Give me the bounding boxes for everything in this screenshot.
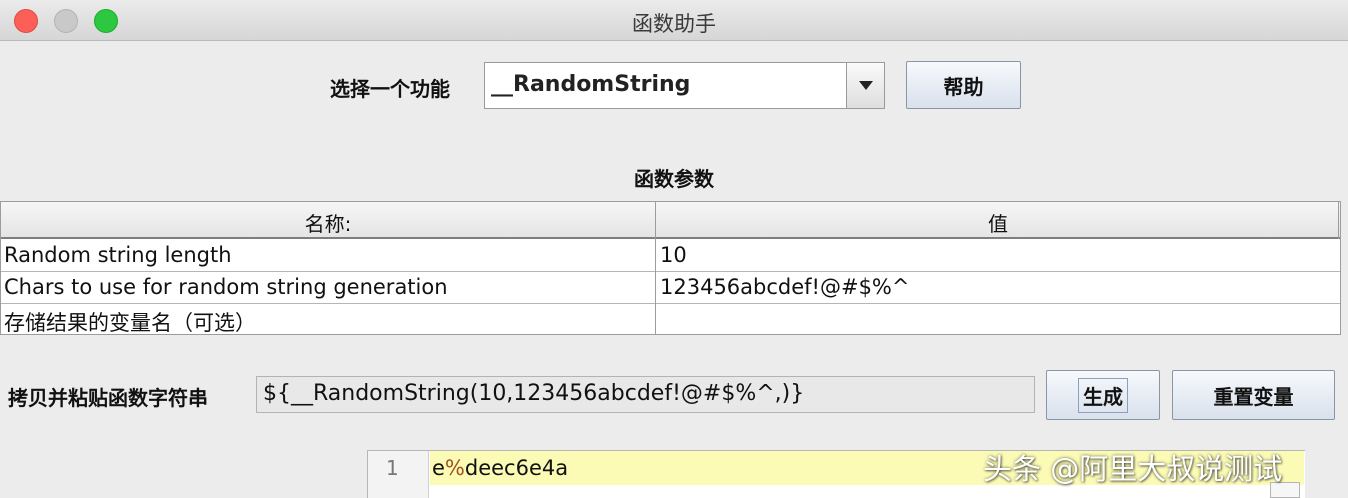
params-table-header: 名称: 值 [1,202,1340,239]
table-row[interactable]: 存储结果的变量名（可选） [1,304,1340,336]
function-select-label: 选择一个功能 [330,77,450,101]
param-name: Random string length [4,243,232,267]
function-select-value: __RandomString [491,72,691,97]
dropdown-arrow-button[interactable] [846,63,884,108]
function-select[interactable]: __RandomString [484,62,885,109]
watermark: 头条 @阿里大叔说测试 [983,452,1283,486]
generate-button-label: 生成 [1078,377,1128,413]
help-button-label: 帮助 [943,74,984,99]
window-title: 函数助手 [632,12,716,36]
reset-variables-button[interactable]: 重置变量 [1172,370,1335,420]
line-number: 1 [386,456,399,480]
param-value[interactable]: 123456abcdef!@#$%^ [660,275,909,299]
param-value[interactable]: 10 [660,243,687,267]
param-name: Chars to use for random string generatio… [4,275,448,299]
param-name: 存储结果的变量名（可选） [4,311,256,335]
help-button[interactable]: 帮助 [906,61,1021,109]
header-name[interactable]: 名称: [1,208,655,237]
result-text-end: deec6e4a [464,456,569,480]
line-gutter: 1 [368,451,429,498]
copy-string-label: 拷贝并粘贴函数字符串 [8,386,208,410]
result-text-special-char: % [444,456,465,480]
result-text-start: e [432,456,445,480]
params-table: 名称: 值 Random string length 10 Chars to u… [0,201,1341,335]
function-string-field[interactable]: ${__RandomString(10,123456abcdef!@#$%^,)… [256,376,1035,413]
column-divider [1338,202,1339,239]
result-text: e%deec6e4a [432,456,568,480]
reset-variables-label: 重置变量 [1213,384,1294,409]
generate-button[interactable]: 生成 [1046,370,1160,420]
function-string-value: ${__RandomString(10,123456abcdef!@#$%^,)… [263,381,805,406]
chevron-down-icon [859,81,873,90]
table-row[interactable]: Chars to use for random string generatio… [1,272,1340,304]
column-divider [655,202,656,334]
header-value[interactable]: 值 [656,208,1340,237]
params-title: 函数参数 [634,167,714,191]
table-row[interactable]: Random string length 10 [1,240,1340,272]
title-bar: 函数助手 [0,0,1348,41]
